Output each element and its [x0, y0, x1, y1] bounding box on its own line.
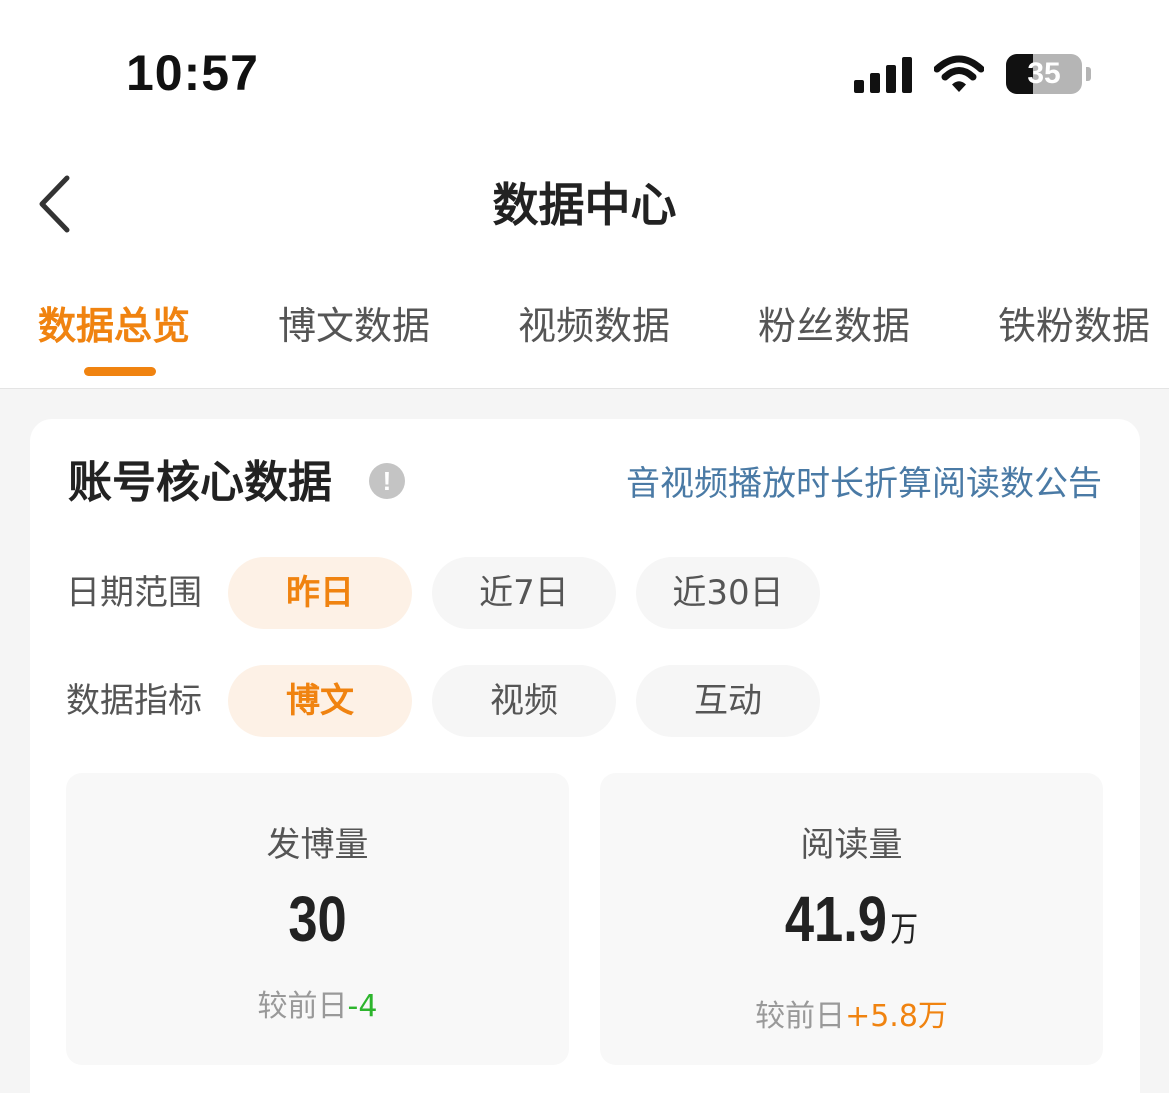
- battery-level: 35: [1027, 57, 1061, 90]
- metric-label: 数据指标: [66, 681, 202, 721]
- tab-post-data[interactable]: 博文数据: [278, 298, 430, 354]
- battery-icon: 35: [1006, 54, 1082, 94]
- stat-compare: 较前日-4: [257, 989, 378, 1024]
- date-option-7-days[interactable]: 近7日: [432, 557, 616, 629]
- tab-iron-fans-data[interactable]: 铁粉数据: [998, 298, 1150, 354]
- stat-post-count[interactable]: 发博量 30 较前日-4: [66, 773, 569, 1065]
- stat-label: 发博量: [266, 825, 369, 865]
- wifi-icon: [934, 55, 984, 92]
- stat-change-negative: -4: [347, 989, 378, 1024]
- date-option-30-days[interactable]: 近30日: [636, 557, 820, 629]
- stat-read-count[interactable]: 阅读量 41.9万 较前日+5.8万: [600, 773, 1103, 1065]
- stat-label: 阅读量: [800, 825, 903, 865]
- tab-fans-data[interactable]: 粉丝数据: [758, 298, 910, 354]
- status-icons: 35: [854, 52, 1091, 96]
- stat-value: 41.9万: [784, 883, 919, 955]
- active-tab-indicator: [84, 367, 156, 376]
- stat-unit: 万: [890, 910, 919, 950]
- card-title: 账号核心数据: [68, 457, 332, 508]
- date-option-yesterday[interactable]: 昨日: [228, 557, 412, 629]
- metric-option-post[interactable]: 博文: [228, 665, 412, 737]
- status-time: 10:57: [126, 45, 259, 101]
- tab-overview[interactable]: 数据总览: [38, 298, 190, 354]
- exclamation-circle-icon[interactable]: !: [369, 463, 405, 499]
- stat-compare: 较前日+5.8万: [755, 999, 948, 1034]
- metric-option-video[interactable]: 视频: [432, 665, 616, 737]
- stat-change-positive: +5.8万: [845, 999, 948, 1034]
- date-range-label: 日期范围: [66, 573, 202, 613]
- top-panel: 10:57 35 数据中心 数据总览 博文数据 视频数据 粉丝数据 铁粉数据: [0, 0, 1169, 389]
- stat-value: 30: [288, 883, 347, 955]
- tab-video-data[interactable]: 视频数据: [518, 298, 670, 354]
- signal-icon: [854, 55, 912, 93]
- tab-bar: 数据总览 博文数据 视频数据 粉丝数据 铁粉数据: [0, 298, 1169, 358]
- metric-option-interaction[interactable]: 互动: [636, 665, 820, 737]
- page-title: 数据中心: [492, 178, 677, 232]
- core-data-card: 账号核心数据 ! 音视频播放时长折算阅读数公告 日期范围 昨日 近7日 近30日…: [30, 419, 1140, 1093]
- notice-link[interactable]: 音视频播放时长折算阅读数公告: [626, 459, 1102, 509]
- battery-tip: [1086, 67, 1091, 81]
